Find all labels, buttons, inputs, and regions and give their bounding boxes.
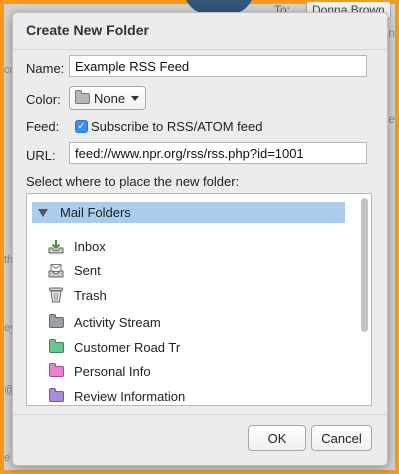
color-select[interactable]: None [69,86,146,110]
divider [13,49,387,50]
trash-can-icon [48,287,64,303]
folder-icon [48,314,64,329]
feed-label: Feed: [26,119,60,134]
checkmark-icon: ✓ [77,120,86,132]
inbox-tray-icon [48,239,64,254]
scrollbar-thumb[interactable] [361,198,368,332]
background-fragment: n [388,26,395,40]
url-label: URL: [26,148,56,163]
color-select-value: None [94,90,126,106]
list-item-inbox[interactable]: Inbox [48,234,338,259]
name-field[interactable]: Example RSS Feed [69,55,367,77]
list-item-personal-info[interactable]: Personal Info [48,360,338,385]
cancel-button[interactable]: Cancel [311,425,372,451]
folder-label: Trash [74,287,107,303]
url-field[interactable]: feed://www.npr.org/rss/rss.php?id=1001 [69,142,367,164]
ok-button[interactable]: OK [248,425,306,451]
scrollbar[interactable] [361,196,369,403]
name-label: Name: [26,61,65,76]
sent-tray-icon [48,263,64,278]
list-item-activity-stream[interactable]: Activity Stream [48,311,338,336]
background-fragment: e [4,452,11,464]
list-item-customer-road-tr[interactable]: Customer Road Tr [48,335,338,360]
disclosure-triangle-icon[interactable] [38,208,48,217]
folder-label: Sent [74,263,101,279]
tree-root-label: Mail Folders [60,205,131,220]
divider [13,414,387,415]
placement-label: Select where to place the new folder: [26,174,240,189]
create-folder-dialog: Create New Folder Name: Example RSS Feed… [12,12,388,466]
folder-icon [48,387,64,402]
folder-icon [75,89,90,104]
folder-label: Customer Road Tr [74,339,181,355]
folder-tree[interactable]: Mail Folders Inbox Sent Trash Activity S… [26,193,372,406]
tree-root-mail-folders[interactable]: Mail Folders [32,202,345,223]
subscribe-label[interactable]: Subscribe to RSS/ATOM feed [91,119,262,134]
folder-label: Inbox [74,238,106,254]
folder-label: Review Information [74,388,186,404]
list-item-sent[interactable]: Sent [48,259,338,284]
dialog-title: Create New Folder [26,22,149,38]
list-item-trash[interactable]: Trash [48,283,338,308]
background-fragment: e [388,112,395,126]
folder-label: Personal Info [74,364,151,380]
folder-icon [48,338,64,353]
chevron-down-icon [131,95,139,101]
folder-icon [48,363,64,378]
folder-label: Activity Stream [74,315,161,331]
subscribe-checkbox[interactable]: ✓ [75,120,88,133]
color-label: Color: [26,92,61,107]
list-item-review-information[interactable]: Review Information [48,384,338,405]
